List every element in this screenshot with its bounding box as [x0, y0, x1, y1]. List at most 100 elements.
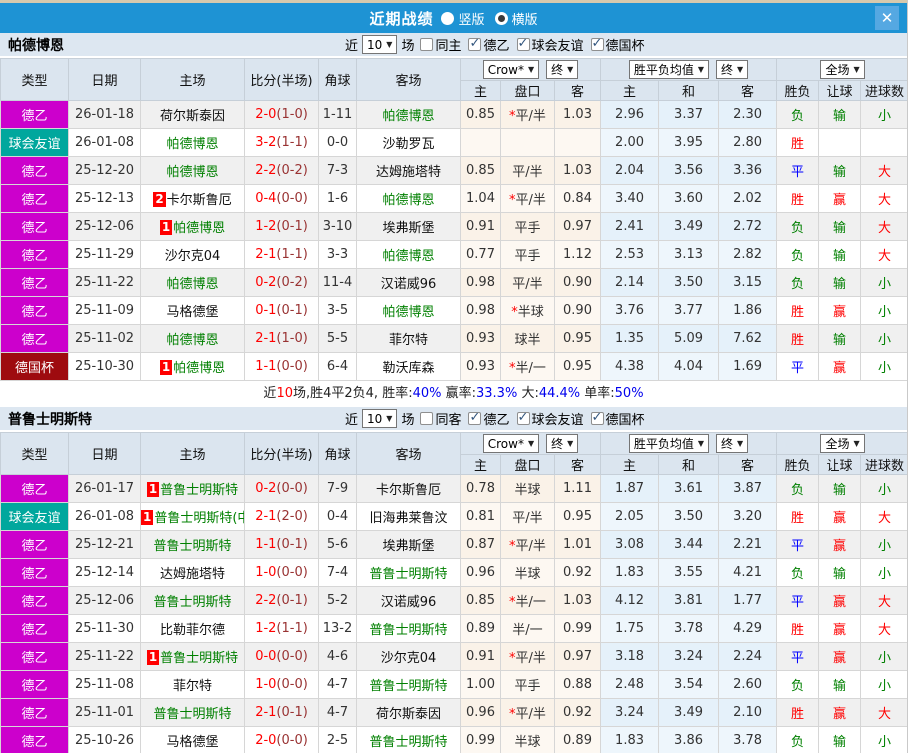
result-goals: 大	[860, 184, 907, 213]
close-button[interactable]: ✕	[875, 6, 899, 30]
team-label: 荷尔斯泰因	[159, 109, 225, 124]
corners: 0-0	[318, 128, 357, 157]
initial-handicap-star: *	[509, 361, 516, 376]
filter-checkbox-item[interactable]: 德国杯	[590, 409, 645, 428]
avg-final-value: 终	[721, 437, 734, 451]
halftime-score: (2-0)	[276, 509, 308, 524]
corners: 4-7	[318, 670, 357, 699]
radio-selected-icon[interactable]	[494, 11, 508, 25]
odds-away: 0.95	[553, 324, 602, 353]
away-team: 帕德博恩	[356, 100, 461, 129]
result-handicap: 输	[818, 474, 862, 503]
avg-final-select[interactable]: 终	[716, 434, 749, 453]
score: 2-0(1-0)	[244, 100, 319, 129]
checkbox-checked-icon[interactable]	[590, 36, 604, 51]
full-match-select[interactable]: 全场	[820, 60, 865, 79]
avg-away: 3.36	[718, 156, 778, 185]
halftime-score: (1-1)	[276, 135, 308, 150]
avg-group-header: 胜平负均值 终	[600, 58, 778, 81]
team-label: 荷尔斯泰因	[375, 707, 441, 722]
home-team: 比勒菲尔德	[140, 614, 245, 643]
odds-company-select[interactable]: Crow*	[482, 60, 540, 79]
match-type-badge: 德乙	[0, 558, 69, 587]
avg-select[interactable]: 胜平负均值	[628, 60, 710, 79]
halftime-score: (0-1)	[276, 593, 308, 608]
checkbox-checked-icon[interactable]	[516, 410, 530, 425]
team-label: 卡尔斯鲁厄	[166, 193, 232, 208]
odds-home: 1.04	[460, 184, 501, 213]
filter-checkbox-item[interactable]: 球会友谊	[516, 409, 584, 428]
radio-label: 竖版	[458, 12, 485, 28]
checkbox-checked-icon[interactable]	[516, 36, 530, 51]
odds-away: 0.84	[553, 184, 602, 213]
match-row: 德乙 25-11-02 帕德博恩 2-1(1-0) 5-5 菲尔特 0.93 球半 0.95 1.…	[0, 324, 907, 353]
filter-checkbox-label: 同客	[435, 413, 462, 428]
filter-checkbox-item[interactable]: 德乙	[468, 409, 510, 428]
odds-final-select[interactable]: 终	[546, 60, 579, 79]
team-label: 旧海弗莱鲁汶	[369, 511, 448, 526]
filter-checkbox-item[interactable]: 德国杯	[590, 35, 645, 54]
home-team: 普鲁士明斯特	[140, 530, 245, 559]
odds-company-select[interactable]: Crow*	[482, 434, 540, 453]
fulltime-score: 2-1	[255, 705, 277, 720]
result-goals: 小	[860, 726, 907, 753]
recent-count-select[interactable]: 10	[362, 409, 398, 428]
layout-radio-option[interactable]: 横版	[494, 9, 538, 28]
filter-checkbox-item[interactable]: 同客	[420, 409, 461, 428]
checkbox-icon[interactable]	[420, 412, 434, 425]
rank-badge: 1	[141, 510, 154, 525]
odds-home	[460, 128, 501, 157]
result-handicap: 输	[818, 558, 862, 587]
match-row: 德乙 25-11-01 普鲁士明斯特 2-1(0-1) 4-7 荷尔斯泰因 0.96 *平/半…	[0, 698, 907, 727]
avg-final-select[interactable]: 终	[716, 60, 749, 79]
odds-final-select[interactable]: 终	[546, 434, 579, 453]
odds-home: 0.85	[460, 100, 501, 129]
section-header: 帕德博恩 近 10 场 同主 德乙 球会友谊 德国杯	[0, 33, 907, 58]
odds-home: 0.93	[460, 352, 501, 381]
home-team: 马格德堡	[140, 726, 245, 753]
handicap: *半/一	[500, 586, 555, 615]
result-wdl: 负	[776, 100, 820, 129]
checkbox-checked-icon[interactable]	[468, 36, 482, 51]
checkbox-icon[interactable]	[420, 38, 434, 51]
avg-home: 4.12	[600, 586, 660, 615]
avg-home: 3.18	[600, 642, 660, 671]
away-team: 帕德博恩	[356, 184, 461, 213]
odds-home: 0.98	[460, 268, 501, 297]
odds-away: 0.97	[553, 642, 602, 671]
handicap: *半球	[500, 296, 555, 325]
score: 1-1(0-0)	[244, 352, 319, 381]
match-type-badge: 德乙	[0, 614, 69, 643]
filter-checkbox-item[interactable]: 球会友谊	[516, 35, 584, 54]
recent-count-select[interactable]: 10	[362, 35, 398, 54]
avg-select[interactable]: 胜平负均值	[628, 434, 710, 453]
match-type-badge: 德乙	[0, 100, 69, 129]
radio-icon[interactable]	[441, 11, 455, 25]
layout-radio-option[interactable]: 竖版	[441, 9, 485, 28]
summary-segment: 33.3%	[476, 386, 518, 401]
corners: 3-10	[318, 212, 357, 241]
result-wdl: 平	[776, 352, 820, 381]
checkbox-checked-icon[interactable]	[468, 410, 482, 425]
result-wdl: 负	[776, 268, 820, 297]
odds-away: 1.01	[553, 530, 602, 559]
filter-checkbox-item[interactable]: 同主	[420, 35, 461, 54]
score: 2-0(0-0)	[244, 726, 319, 753]
match-row: 德乙 25-10-26 马格德堡 2-0(0-0) 2-5 普鲁士明斯特 0.99 半球 0.8…	[0, 726, 907, 753]
halftime-score: (1-0)	[276, 107, 308, 122]
handicap	[500, 128, 555, 157]
full-match-select[interactable]: 全场	[820, 434, 865, 453]
filter-checkbox-item[interactable]: 德乙	[468, 35, 510, 54]
col-header-let: 让球	[818, 80, 862, 101]
result-wdl: 胜	[776, 128, 820, 157]
avg-home: 3.40	[600, 184, 660, 213]
match-row: 德乙 25-12-21 普鲁士明斯特 1-1(0-1) 5-6 埃弗斯堡 0.87 *平/半 1…	[0, 530, 907, 559]
corners: 7-4	[318, 558, 357, 587]
halftime-score: (1-1)	[276, 621, 308, 636]
match-date: 25-12-13	[68, 184, 141, 213]
score: 0-2(0-2)	[244, 268, 319, 297]
checkbox-checked-icon[interactable]	[590, 410, 604, 425]
summary-segment: 44.4%	[538, 386, 581, 401]
result-wdl: 负	[776, 670, 820, 699]
col-header-avg-away: 客	[718, 454, 778, 475]
